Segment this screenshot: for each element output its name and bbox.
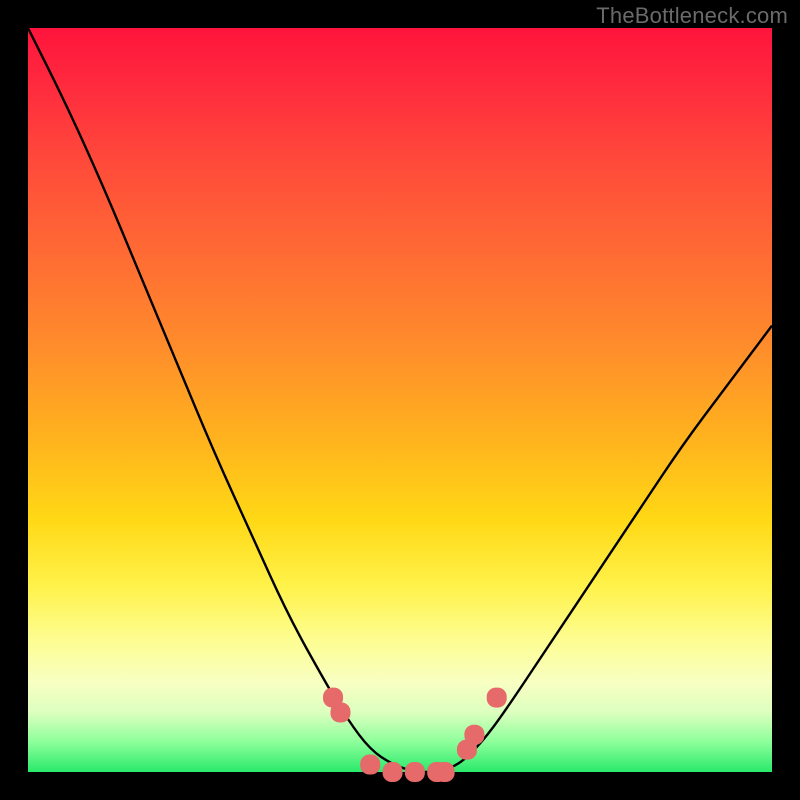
plot-area	[28, 28, 772, 772]
bottleneck-curve	[28, 28, 772, 772]
watermark-label: TheBottleneck.com	[596, 3, 788, 29]
highlight-dot	[360, 755, 380, 775]
highlight-dot	[435, 762, 455, 782]
curve-svg	[28, 28, 772, 772]
highlight-dot	[330, 702, 350, 722]
highlight-dots	[323, 688, 507, 782]
highlight-dot	[464, 725, 484, 745]
highlight-dot	[383, 762, 403, 782]
curve-path	[28, 28, 772, 772]
chart-frame: TheBottleneck.com	[0, 0, 800, 800]
highlight-dot	[405, 762, 425, 782]
highlight-dot	[487, 688, 507, 708]
